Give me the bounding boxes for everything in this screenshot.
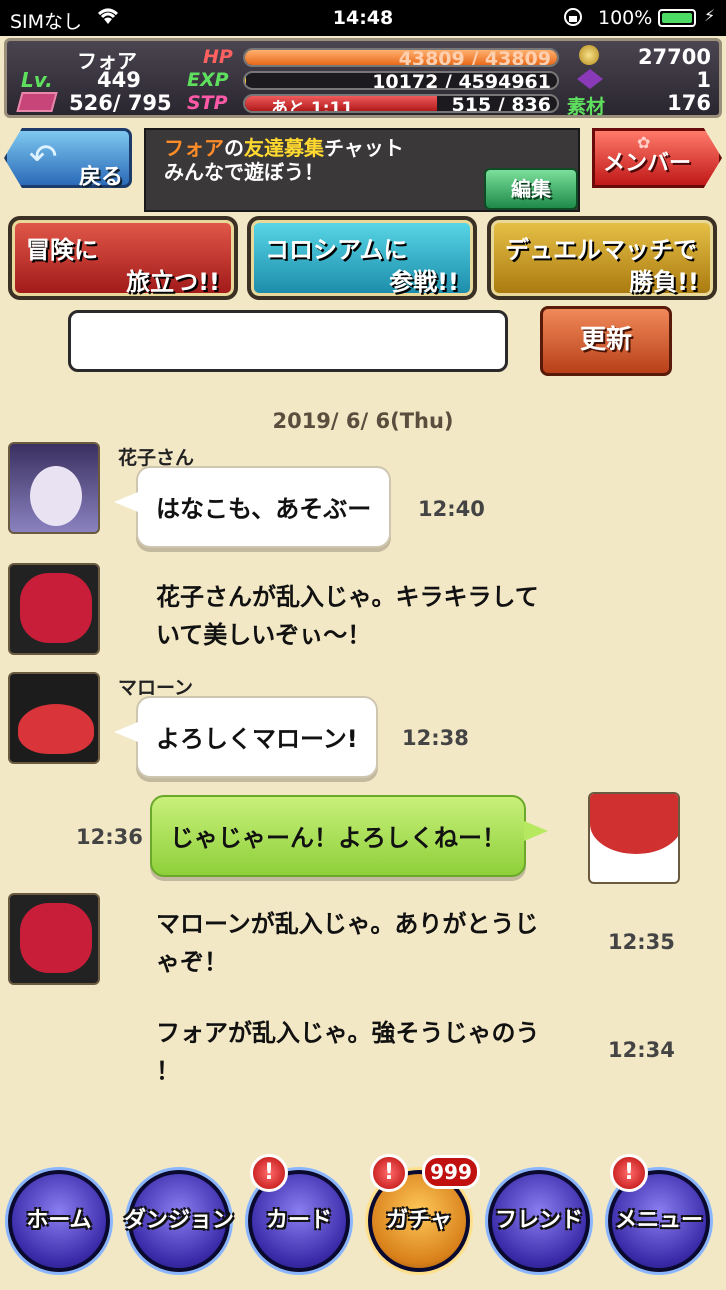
system-message: 花子さんが乱入じゃ。キラキラして いて美しいぞぃ～！ xyxy=(156,578,539,654)
member-button[interactable]: ✿ メンバー xyxy=(592,128,722,188)
nav-label: フレンド xyxy=(494,1208,583,1233)
message-time: 12:35 xyxy=(608,930,675,954)
chat-subtitle: みんなで遊ぼう！ xyxy=(164,160,324,184)
material-value: 176 xyxy=(667,91,711,115)
adventure-label-2: 旅立つ!! xyxy=(126,268,220,296)
chat-bubble: よろしくマローン! xyxy=(114,696,378,778)
nav-home-button[interactable]: ホーム xyxy=(8,1170,110,1272)
coin-value: 27700 xyxy=(637,45,711,69)
nav-dungeon-button[interactable]: ダンジョン xyxy=(124,1170,234,1272)
battery-fill xyxy=(662,13,692,23)
stp-bar: あと 1:11 515 / 836 xyxy=(243,94,559,113)
battery-icon xyxy=(658,9,696,27)
bubble-tail xyxy=(114,492,138,512)
nav-label: ガチャ xyxy=(386,1208,452,1233)
level-label: Lv. xyxy=(21,68,53,92)
battery-percent: 100% xyxy=(598,7,653,29)
stp-label: STP xyxy=(187,92,228,114)
material-label: 素材 xyxy=(567,96,606,118)
stp-timer: あと 1:11 xyxy=(271,99,354,113)
nav-label: ダンジョン xyxy=(123,1208,234,1233)
message-text: よろしくマローン! xyxy=(156,725,358,753)
message-time: 12:38 xyxy=(402,726,469,750)
chat-bubble: はなこも、あそぶー xyxy=(114,466,392,548)
system-message-line: フォアが乱入じゃ。強そうじゃのう xyxy=(156,1019,540,1047)
exp-label: EXP xyxy=(187,69,229,91)
nav-label: カード xyxy=(265,1208,332,1233)
gacha-count-badge: 999 xyxy=(422,1155,480,1189)
colosseum-label-2: 参戦!! xyxy=(389,268,459,296)
system-message-line: マローンが乱入じゃ。ありがとうじ xyxy=(156,910,539,938)
exp-bar: 10172 / 4594961 xyxy=(243,71,559,90)
coin-icon xyxy=(579,45,599,65)
back-button[interactable]: ↶ 戻る xyxy=(4,128,132,188)
hp-bar: 43809 / 43809 xyxy=(243,48,559,67)
stamina-gem-icon xyxy=(16,92,58,112)
gacha-alert-icon: ! xyxy=(370,1154,408,1192)
message-time: 12:34 xyxy=(608,1038,675,1062)
avatar-hanako[interactable] xyxy=(8,442,100,534)
bubble-tail xyxy=(524,821,548,841)
back-button-label: 戻る xyxy=(79,165,124,190)
nav-label: メニュー xyxy=(614,1208,703,1233)
ticket-value: 1 xyxy=(696,68,711,92)
adventure-button[interactable]: 冒険に 旅立つ!! xyxy=(8,216,238,300)
duel-label-1: デュエルマッチで xyxy=(505,236,697,264)
duel-match-button[interactable]: デュエルマッチで 勝負!! xyxy=(487,216,717,300)
colosseum-button[interactable]: コロシアムに 参戦!! xyxy=(247,216,477,300)
edit-button[interactable]: 編集 xyxy=(484,168,578,210)
system-message-line: ！ xyxy=(156,1057,180,1085)
back-arrow-icon: ↶ xyxy=(29,137,58,177)
message-time: 12:36 xyxy=(76,825,143,849)
stamina-value: 526/ 795 xyxy=(69,91,172,115)
card-alert-icon: ! xyxy=(250,1154,288,1192)
avatar-maroon[interactable] xyxy=(8,672,100,764)
message-text: じゃじゃーん！よろしくねー！ xyxy=(170,824,506,852)
exp-value: 10172 / 4594961 xyxy=(372,71,551,90)
system-message-line: いて美しいぞぃ～！ xyxy=(156,621,372,649)
refresh-button[interactable]: 更新 xyxy=(540,306,672,376)
status-bar: SIMなし 14:48 100% ⚡ xyxy=(0,0,726,36)
player-stats-panel: フォア Lv. 449 526/ 795 HP 43809 / 43809 EX… xyxy=(4,38,722,118)
nav-friend-button[interactable]: フレンド xyxy=(488,1170,590,1272)
message-time: 12:40 xyxy=(418,497,485,521)
duel-label-2: 勝負!! xyxy=(629,268,699,296)
charging-icon: ⚡ xyxy=(704,6,716,25)
chat-message-input[interactable] xyxy=(68,310,508,372)
avatar-narrator-oni[interactable] xyxy=(8,893,100,985)
bubble-tail xyxy=(114,722,138,742)
hp-value: 43809 / 43809 xyxy=(398,48,551,67)
system-message: フォアが乱入じゃ。強そうじゃのう ！ xyxy=(156,1014,540,1090)
colosseum-label-1: コロシアムに xyxy=(265,236,408,264)
exp-bar-fill xyxy=(245,73,246,88)
menu-alert-icon: ! xyxy=(610,1154,648,1192)
adventure-label-1: 冒険に xyxy=(26,236,98,264)
stp-value: 515 / 836 xyxy=(451,94,552,113)
system-message-line: 花子さんが乱入じゃ。キラキラして xyxy=(156,583,539,611)
rotation-lock-icon xyxy=(562,6,584,33)
own-chat-bubble: じゃじゃーん！よろしくねー！ xyxy=(150,795,548,877)
avatar-narrator-oni[interactable] xyxy=(8,563,100,655)
system-message: マローンが乱入じゃ。ありがとうじ ゃぞ！ xyxy=(156,905,538,981)
nav-label: ホーム xyxy=(26,1208,92,1233)
chat-title-rest: チャット xyxy=(324,136,404,160)
hp-label: HP xyxy=(203,46,233,68)
member-button-label: メンバー xyxy=(603,151,692,176)
message-text: はなこも、あそぶー xyxy=(156,495,372,523)
avatar-foa[interactable] xyxy=(588,792,680,884)
chat-date: 2019/ 6/ 6(Thu) xyxy=(272,409,454,433)
system-message-line: ゃぞ！ xyxy=(156,948,228,976)
ticket-icon xyxy=(577,69,603,89)
level-value: 449 xyxy=(97,68,141,92)
